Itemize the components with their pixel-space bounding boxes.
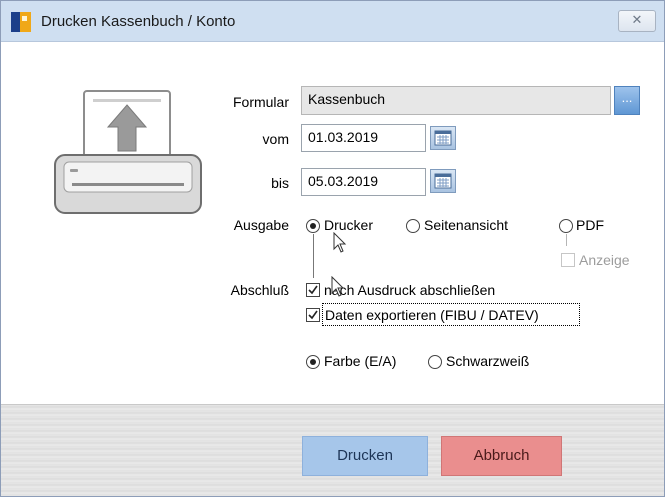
pdf-connector-line [566,234,567,246]
vom-date-field[interactable]: 01.03.2019 [301,124,426,152]
schwarzweiss-radio[interactable] [428,355,442,369]
pdf-label: PDF [576,217,604,233]
window-title: Drucken Kassenbuch / Konto [41,13,236,30]
seitenansicht-radio[interactable] [406,219,420,233]
checkmark-icon [308,310,318,320]
anzeige-checkbox [561,253,575,267]
schwarzweiss-label: Schwarzweiß [446,353,530,369]
drucker-label: Drucker [324,217,374,233]
bis-date-field[interactable]: 05.03.2019 [301,168,426,196]
app-icon [11,12,31,32]
checkmark-icon [308,285,318,295]
pdf-radio[interactable] [559,219,573,233]
formular-label: Formular [232,94,289,110]
daten-exportieren-label: Daten exportieren (FIBU / DATEV) [325,307,539,323]
ausgabe-label: Ausgabe [233,217,289,233]
formular-field[interactable]: Kassenbuch [301,86,611,115]
mouse-cursor-icon [333,232,347,253]
cancel-button[interactable]: Abbruch [441,436,562,476]
button-bar: Drucken Abbruch [1,404,664,496]
farbe-label: Farbe (E/A) [324,353,397,369]
close-icon: ✕ [631,12,643,27]
print-dialog: Drucken Kassenbuch / Konto ✕ Formular Ka… [0,0,665,497]
printer-icon [54,90,202,214]
print-button[interactable]: Drucken [302,436,428,476]
drucker-connector-line [313,234,314,278]
mouse-cursor-icon-2 [331,276,345,297]
abschluss-label: Abschluß [230,282,289,298]
formular-browse-button[interactable]: ... [614,86,640,115]
nach-ausdruck-checkbox[interactable] [306,283,320,297]
calendar-icon [434,173,452,189]
bis-label: bis [271,175,289,191]
drucker-radio[interactable] [306,219,320,233]
bis-calendar-button[interactable] [430,169,456,193]
seitenansicht-label: Seitenansicht [424,217,509,233]
title-bar: Drucken Kassenbuch / Konto ✕ [1,1,664,42]
nach-ausdruck-label: nach Ausdruck abschließen [324,282,496,298]
vom-calendar-button[interactable] [430,126,456,150]
vom-label: vom [262,131,289,147]
close-button[interactable]: ✕ [618,10,656,32]
daten-exportieren-checkbox[interactable] [306,308,320,322]
anzeige-label: Anzeige [579,252,630,268]
farbe-radio[interactable] [306,355,320,369]
calendar-icon [434,130,452,146]
